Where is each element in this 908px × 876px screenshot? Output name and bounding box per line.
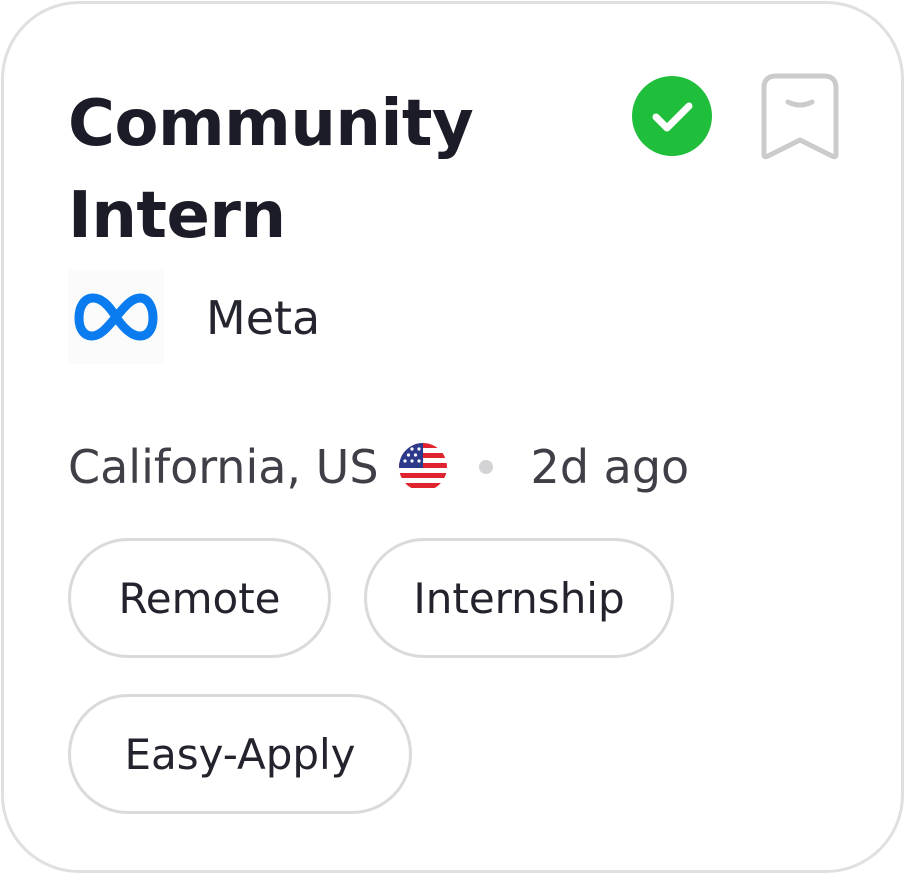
- meta-logo-icon: [74, 293, 158, 341]
- job-title: Community Intern: [68, 87, 474, 253]
- company-name: Meta: [206, 291, 321, 345]
- verified-check-icon: [632, 76, 712, 156]
- company-logo: [68, 270, 164, 364]
- bookmark-button[interactable]: [760, 72, 840, 162]
- job-card[interactable]: Community Intern Meta California, US 2d …: [1, 1, 904, 873]
- tag-easy-apply[interactable]: Easy-Apply: [68, 694, 412, 814]
- location-text: California, US: [68, 440, 379, 494]
- job-meta-row: California, US 2d ago: [68, 436, 689, 498]
- tag-internship[interactable]: Internship: [364, 538, 674, 658]
- us-flag-icon: [398, 443, 447, 491]
- tag-remote[interactable]: Remote: [68, 538, 331, 658]
- separator-dot: [478, 460, 493, 474]
- posted-time: 2d ago: [530, 440, 690, 494]
- bookmark-icon: [761, 73, 839, 160]
